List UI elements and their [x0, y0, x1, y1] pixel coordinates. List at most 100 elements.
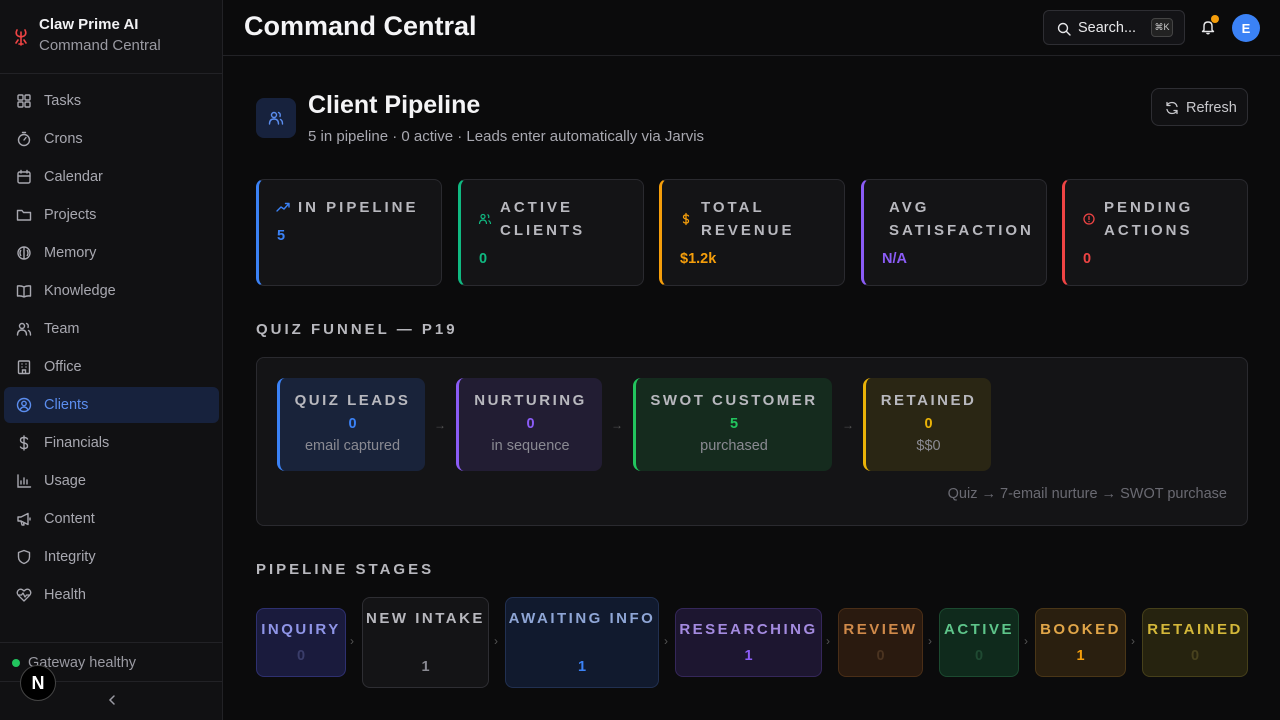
stat-label: Total Revenue: [701, 199, 795, 239]
pipeline-stage-label: BOOKED: [1040, 621, 1121, 638]
stat-card-avg-satisfaction: Avg Satisfaction N/A: [861, 179, 1047, 286]
stat-value: 0: [1083, 251, 1092, 267]
pipeline-arrow: ›: [928, 634, 932, 648]
top-header: Command Central Search... ⌘K E: [223, 0, 1280, 56]
sidebar-item-label: Crons: [44, 131, 83, 147]
sidebar-item-memory[interactable]: Memory: [4, 235, 219, 271]
funnel-stage-nurturing[interactable]: NURTURING 0 in sequence: [456, 378, 602, 471]
n-badge-button[interactable]: N: [20, 665, 56, 701]
pipeline-stage-booked[interactable]: BOOKED 1: [1035, 608, 1126, 677]
sidebar-item-label: Financials: [44, 435, 110, 451]
sidebar-item-usage[interactable]: Usage: [4, 463, 219, 499]
sidebar-item-financials[interactable]: Financials: [4, 425, 219, 461]
funnel-stage-quiz-leads[interactable]: QUIZ LEADS 0 email captured: [277, 378, 425, 471]
sidebar-item-health[interactable]: Health: [4, 577, 219, 613]
funnel-stage-desc: purchased: [700, 438, 768, 454]
funnel-stage-value: 5: [729, 416, 739, 432]
stat-value: 0: [479, 251, 488, 267]
pipeline-stage-value: 0: [1190, 648, 1200, 664]
search-label: Search...: [1078, 20, 1137, 36]
pipeline-stage-value: 1: [744, 648, 753, 664]
sidebar-item-calendar[interactable]: Calendar: [4, 159, 219, 195]
pipeline-stage-awaiting-info[interactable]: AWAITING INFO 1: [505, 597, 659, 688]
funnel-stage-value: 0: [348, 416, 357, 432]
calendar-icon: [17, 169, 31, 184]
refresh-icon: [1166, 101, 1178, 115]
alert-circle-icon: [1083, 213, 1095, 225]
sidebar-item-label: Team: [44, 321, 80, 337]
pipeline-arrow: ›: [1131, 634, 1135, 648]
sidebar-item-label: Calendar: [44, 169, 103, 185]
funnel-arrow: →: [434, 418, 446, 432]
sidebar-item-knowledge[interactable]: Knowledge: [4, 273, 219, 309]
pipeline-stage-label: INQUIRY: [261, 621, 341, 638]
section-title: Client Pipeline: [308, 91, 481, 119]
stat-value: 5: [277, 228, 286, 244]
pipeline-stage-label: AWAITING INFO: [508, 610, 656, 627]
stat-card-pending-actions: Pending Actions 0: [1062, 179, 1248, 286]
pipeline-arrow: ›: [664, 634, 668, 648]
refresh-label: Refresh: [1186, 100, 1237, 116]
pipeline-stage-new-intake[interactable]: NEW INTAKE 1: [362, 597, 489, 688]
sidebar-item-crons[interactable]: Crons: [4, 121, 219, 157]
sidebar-item-integrity[interactable]: Integrity: [4, 539, 219, 575]
pipeline-stage-active[interactable]: ACTIVE 0: [939, 608, 1019, 677]
pipeline-stage-review[interactable]: REVIEW 0: [838, 608, 923, 677]
pipeline-stage-researching[interactable]: RESEARCHING 1: [675, 608, 822, 677]
pipeline-stage-label: REVIEW: [843, 621, 918, 638]
book-icon: [16, 285, 32, 298]
collapse-sidebar-icon[interactable]: [104, 692, 120, 708]
timer-icon: [17, 131, 31, 147]
trending-up-icon: [276, 202, 290, 212]
sidebar-item-label: Projects: [44, 207, 97, 223]
users-icon: [16, 322, 32, 336]
megaphone-icon: [17, 512, 31, 526]
lobster-logo-icon: [15, 29, 27, 46]
stat-card-in-pipeline: In Pipeline 5: [256, 179, 442, 286]
funnel-stage-value: 0: [526, 416, 535, 432]
stat-card-total-revenue: Total Revenue $1.2k: [659, 179, 845, 286]
sidebar-item-office[interactable]: Office: [4, 349, 219, 385]
sidebar-item-label: Memory: [44, 245, 97, 261]
heart-pulse-icon: [16, 588, 32, 602]
pipeline-stage-label: NEW INTAKE: [366, 610, 485, 627]
sidebar-item-clients[interactable]: Clients: [4, 387, 219, 423]
stat-label: Active Clients: [500, 199, 586, 239]
sidebar-item-label: Integrity: [44, 549, 96, 565]
sidebar-item-content[interactable]: Content: [4, 501, 219, 537]
shield-icon: [17, 549, 31, 565]
pipeline-stage-label: RESEARCHING: [679, 621, 818, 638]
stat-label: Pending Actions: [1104, 199, 1194, 239]
pipeline-stage-label: RETAINED: [1147, 621, 1243, 638]
funnel-arrow: →: [842, 418, 854, 432]
pipeline-stage-inquiry[interactable]: INQUIRY 0: [256, 608, 346, 677]
notification-dot: [1211, 15, 1219, 23]
funnel-stage-desc: $$0: [916, 438, 941, 454]
app-name: Claw Prime AI: [39, 16, 139, 33]
funnel-stage-swot-customer[interactable]: SWOT CUSTOMER 5 purchased: [633, 378, 832, 471]
funnel-stage-retained[interactable]: RETAINED 0 $$0: [863, 378, 991, 471]
pipeline-stage-retained[interactable]: RETAINED 0: [1142, 608, 1248, 677]
sidebar-item-tasks[interactable]: Tasks: [4, 83, 219, 119]
dollar-icon: [682, 212, 690, 226]
sidebar-item-team[interactable]: Team: [4, 311, 219, 347]
search-icon: [1057, 22, 1071, 36]
pipeline-stage-value: 0: [974, 648, 984, 664]
stat-label: In Pipeline: [298, 199, 419, 216]
app-subtitle: Command Central: [39, 37, 161, 54]
grid-icon: [17, 94, 31, 108]
users-icon: [268, 111, 284, 125]
funnel-stage-desc: email captured: [304, 438, 401, 454]
brand[interactable]: Claw Prime AI Command Central: [0, 0, 222, 74]
avatar[interactable]: E: [1232, 14, 1260, 42]
quiz-funnel-panel: QUIZ LEADS 0 email captured → NURTURING …: [256, 357, 1248, 526]
search-button[interactable]: Search... ⌘K: [1043, 10, 1185, 45]
sidebar-item-projects[interactable]: Projects: [4, 197, 219, 233]
pipeline-arrow: ›: [1024, 634, 1028, 648]
main-content: Client Pipeline 5 in pipeline · 0 active…: [223, 56, 1280, 720]
refresh-button[interactable]: Refresh: [1151, 88, 1248, 126]
user-circle-icon: [16, 397, 32, 413]
sidebar-item-label: Content: [44, 511, 95, 527]
stat-value: $1.2k: [680, 251, 717, 267]
funnel-note: Quiz → 7-email nurture → SWOT purchase: [947, 486, 1227, 502]
